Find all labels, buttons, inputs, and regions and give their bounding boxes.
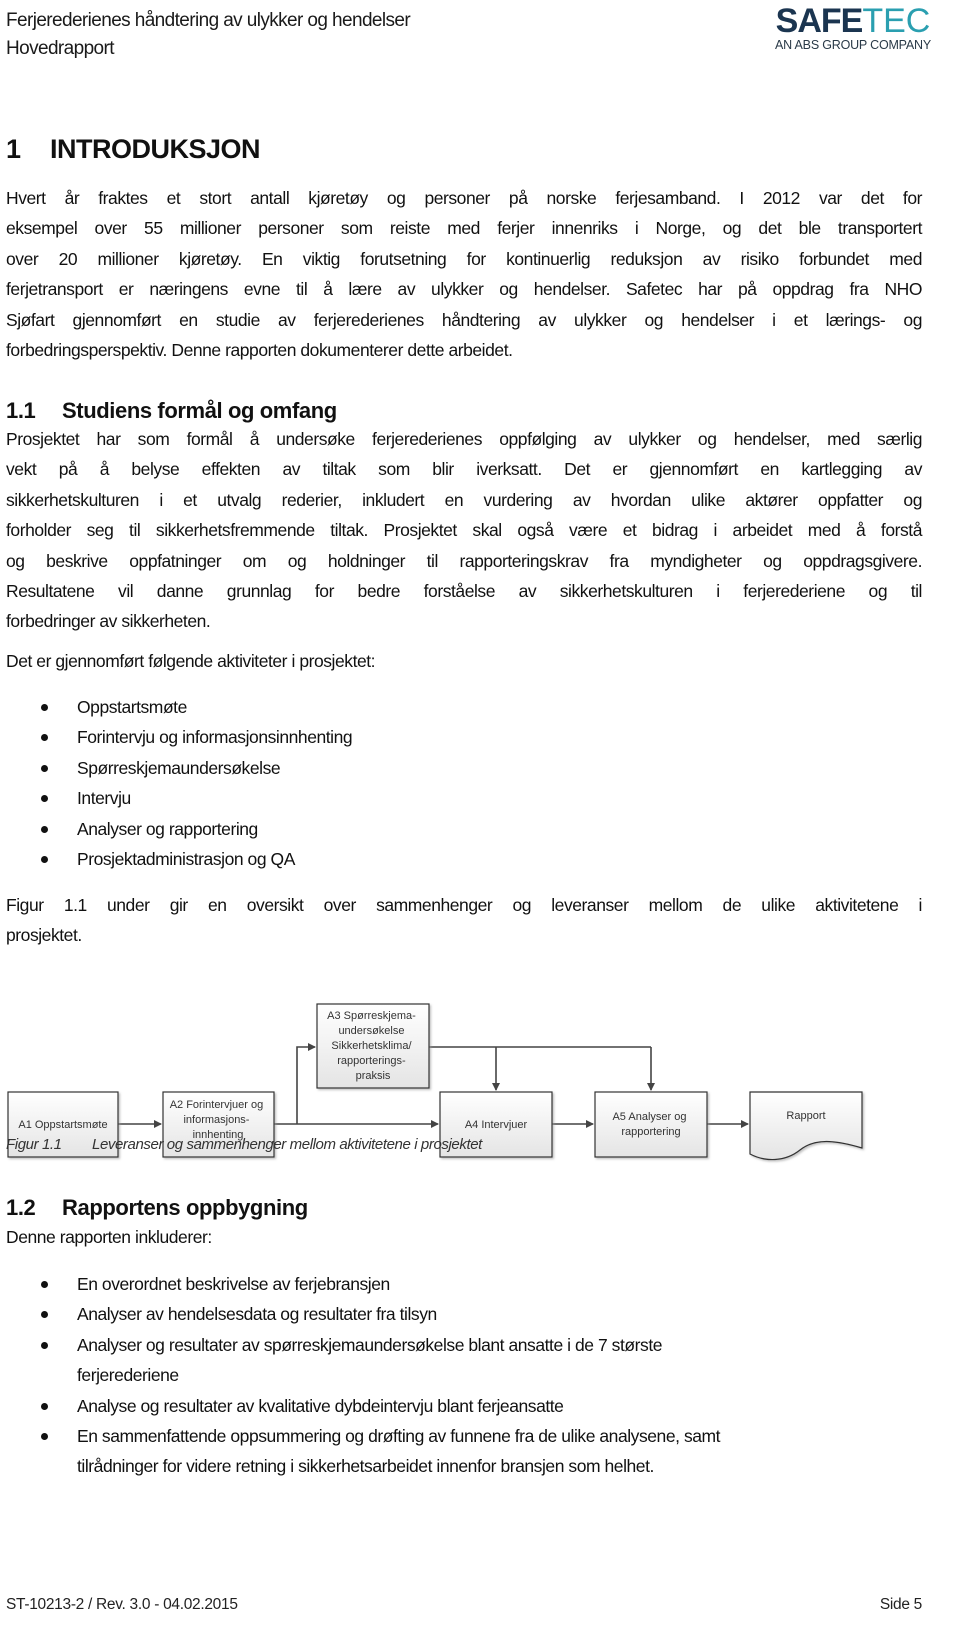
- bullet-icon: [41, 1341, 48, 1349]
- list-item: Analyser og rapportering: [0, 814, 837, 844]
- list-item-text: Analyse og resultater av kvalitative dyb…: [77, 1395, 564, 1416]
- text-line: Det er gjennomført følgende aktiviteter …: [6, 651, 376, 671]
- text-line: eksempel over 55 millioner personer som …: [6, 218, 922, 239]
- node-report-document: [749, 1091, 863, 1161]
- text-line: Denne rapporten inkluderer:: [6, 1227, 212, 1247]
- list-item: En sammenfattende oppsummering og drøfti…: [0, 1421, 837, 1482]
- bullet-icon: [41, 704, 48, 711]
- logo-tec: TEC: [862, 2, 931, 40]
- logo-wordmark: SAFETEC: [758, 2, 948, 41]
- text-line: Prosjektet har som formål å undersøke fe…: [6, 429, 922, 449]
- bullet-icon: [41, 1402, 48, 1410]
- list-item-text: Analyser og resultater av spørreskjemaun…: [77, 1334, 663, 1355]
- figure-reference-paragraph: Figur 1.1 under gir en oversikt over sam…: [6, 890, 922, 951]
- list-item: Prosjektadministrasjon og QA: [0, 844, 837, 874]
- bullet-icon: [41, 1433, 48, 1441]
- figure-caption-text: Leveranser og sammenhenger mellom aktivi…: [92, 1136, 482, 1153]
- footer-document-id: ST-10213-2 / Rev. 3.0 - 04.02.2015: [6, 1596, 238, 1613]
- text-line: forbedringsperspektiv. Denne rapporten d…: [6, 340, 513, 361]
- list-item: Analyse og resultater av kvalitative dyb…: [0, 1391, 837, 1421]
- list-item-text: tilrådninger for videre retning i sikker…: [77, 1456, 654, 1477]
- bullet-icon: [41, 825, 48, 833]
- list-item: Intervju: [0, 783, 837, 813]
- node-a1-label: A1 Oppstartsmøte: [18, 1119, 107, 1131]
- list-item-text: En sammenfattende oppsummering og drøfti…: [77, 1426, 721, 1447]
- text-line: forholder seg til sikkerhetsfremmende ti…: [6, 520, 922, 541]
- text-line: ferjetransport er næringens evne til å l…: [6, 279, 922, 300]
- list-item: Spørreskjemaundersøkelse: [0, 753, 837, 783]
- list-item-text: Prosjektadministrasjon og QA: [77, 849, 295, 870]
- section-title: INTRODUKSJON: [50, 134, 261, 164]
- list-item-text: Intervju: [77, 788, 131, 809]
- text-line: Resultatene vil danne grunnlag for bedre…: [6, 581, 922, 602]
- arrow-a2-a3: [296, 1043, 316, 1124]
- intro-paragraph: Hvert år fraktes et stort antall kjøretø…: [6, 183, 922, 365]
- figure-caption: Figur 1.1 Leveranser og sammenhenger mell…: [6, 1136, 482, 1153]
- list-item: Analyser av hendelsesdata og resultater …: [0, 1299, 837, 1329]
- text-line: Sjøfart gjennomført en studie av ferjere…: [6, 309, 922, 330]
- section-number: 1.1: [6, 398, 36, 423]
- list-item-text: Analyser av hendelsesdata og resultater …: [77, 1304, 437, 1325]
- text-line: Figur 1.1 under gir en oversikt over sam…: [6, 895, 922, 915]
- bullet-icon: [41, 1281, 48, 1288]
- node-a4-label: A4 Intervjuer: [465, 1119, 528, 1131]
- bullet-icon: [41, 856, 48, 864]
- bullet-icon: [41, 764, 48, 772]
- bullet-icon: [41, 1311, 48, 1319]
- list-item: Oppstartsmøte: [0, 692, 837, 722]
- section-heading-1-1: 1.1 Studiens formål og omfang: [6, 398, 337, 424]
- activities-intro: Det er gjennomført følgende aktiviteter …: [6, 646, 922, 676]
- list-item-text: En overordnet beskrivelse av ferjebransj…: [77, 1274, 390, 1294]
- running-header-title: Ferjerederienes håndtering av ulykker og…: [6, 10, 411, 31]
- section-title: Studiens formål og omfang: [62, 398, 337, 423]
- section-number: 1: [6, 134, 21, 164]
- list-item-text: Analyser og rapportering: [77, 818, 258, 839]
- text-line: vekt på å belyse effekten av tiltak som …: [6, 459, 922, 480]
- text-line: forbedringer av sikkerheten.: [6, 611, 211, 632]
- structure-intro: Denne rapporten inkluderer:: [6, 1222, 922, 1252]
- activities-list: Oppstartsmøte Forintervju og informasjon…: [0, 692, 837, 874]
- section-heading-1-2: 1.2 Rapportens oppbygning: [6, 1195, 308, 1221]
- list-item-text: Oppstartsmøte: [77, 697, 187, 717]
- purpose-paragraph: Prosjektet har som formål å undersøke fe…: [6, 424, 922, 637]
- node-report-label: Rapport: [786, 1110, 825, 1122]
- text-line: sikkerhetskulturen i et utvalg rederier,…: [6, 489, 922, 510]
- footer-page-number: Side 5: [879, 1596, 922, 1613]
- list-item: Analyser og resultater av spørreskjemaun…: [0, 1330, 837, 1391]
- list-item-text: Forintervju og informasjonsinnhenting: [77, 727, 353, 748]
- node-a5-box: [594, 1091, 708, 1158]
- text-line: prosjektet.: [6, 925, 82, 946]
- logo-tagline: AN ABS GROUP COMPANY: [775, 38, 931, 52]
- safetec-logo: SAFETEC AN ABS GROUP COMPANY: [758, 2, 948, 52]
- report-contents-list: En overordnet beskrivelse av ferjebransj…: [0, 1269, 837, 1482]
- list-item: Forintervju og informasjonsinnhenting: [0, 722, 837, 752]
- list-item-text: ferjerederiene: [77, 1365, 179, 1386]
- text-line: og beskrive oppfatninger om og holdninge…: [6, 550, 922, 571]
- figure-caption-label: Figur 1.1: [6, 1136, 62, 1153]
- section-title: Rapportens oppbygning: [62, 1195, 308, 1220]
- text-line: over 20 millioner kjøretøy. En viktig fo…: [6, 248, 922, 269]
- logo-safe: SAFE: [775, 2, 864, 40]
- running-header-subtitle: Hovedrapport: [6, 38, 115, 59]
- bullet-icon: [41, 795, 48, 803]
- list-item-text: Spørreskjemaundersøkelse: [77, 757, 281, 778]
- text-line: Hvert år fraktes et stort antall kjøretø…: [6, 188, 922, 208]
- section-number: 1.2: [6, 1195, 36, 1220]
- list-item: En overordnet beskrivelse av ferjebransj…: [0, 1269, 837, 1299]
- bullet-icon: [41, 734, 48, 742]
- section-heading-1: 1 INTRODUKSJON: [6, 134, 261, 165]
